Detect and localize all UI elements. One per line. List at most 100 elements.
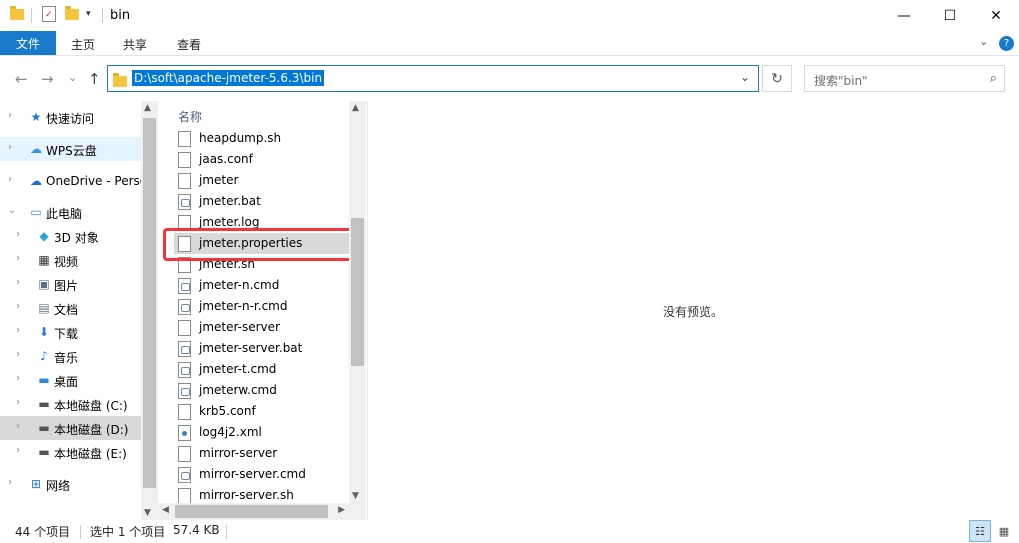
download-icon: ⬇ [38,325,50,339]
scroll-up-icon[interactable]: ▲ [144,103,151,113]
minimize-button[interactable]: — [881,0,927,31]
file-row[interactable]: jaas.conf [174,149,350,170]
file-row[interactable]: jmeter-server [174,317,350,338]
window-title: bin [110,8,131,23]
nav-item-label: 桌面 [54,375,79,389]
refresh-button[interactable]: ↻ [762,65,792,92]
chevron-right-icon[interactable]: › [16,301,20,312]
address-bar[interactable]: D:\soft\apache-jmeter-5.6.3\bin ⌄ [107,65,759,92]
scroll-down-icon[interactable]: ▼ [352,491,359,501]
help-icon[interactable]: ? [999,36,1014,51]
scrollbar-thumb[interactable] [351,218,364,366]
nav-item[interactable]: › ♪ 音乐 [0,344,141,368]
chevron-right-icon[interactable]: › [16,421,20,432]
nav-item[interactable]: › ★ 快速访问 [0,105,141,129]
nav-item[interactable]: › ▬ 桌面 [0,368,141,392]
chevron-down-icon[interactable]: ⌄ [8,205,16,216]
nav-item[interactable]: › ▬ 本地磁盘 (C:) [0,392,141,416]
properties-icon[interactable]: ✓ [42,6,56,22]
close-button[interactable]: ✕ [973,0,1019,31]
network-icon: ⊞ [30,477,42,491]
desktop-icon: ▬ [38,373,50,387]
file-row[interactable]: mirror-server.cmd [174,464,350,485]
tab-home[interactable]: 主页 [71,36,95,53]
search-icon[interactable]: ⌕ [990,71,997,86]
title-bar: ✓ ▾ bin — ☐ ✕ [0,0,1019,31]
nav-item[interactable]: › ▬ 本地磁盘 (E:) [0,440,141,464]
nav-item[interactable]: › ⊞ 网络 [0,472,141,496]
file-name: jaas.conf [199,152,253,166]
drive-icon: ▬ [38,421,50,435]
address-dropdown-icon[interactable]: ⌄ [740,70,750,84]
file-row[interactable]: jmeterw.cmd [174,380,350,401]
nav-item[interactable]: › ⬇ 下载 [0,320,141,344]
maximize-button[interactable]: ☐ [927,0,973,31]
search-input[interactable]: 搜索"bin" [814,72,868,89]
details-view-icon[interactable]: ☷ [969,520,991,542]
tab-share[interactable]: 共享 [123,36,147,53]
nav-item-label: 本地磁盘 (D:) [54,423,129,437]
nav-item[interactable]: › ▤ 文档 [0,296,141,320]
nav-item[interactable]: › ▣ 图片 [0,272,141,296]
address-path[interactable]: D:\soft\apache-jmeter-5.6.3\bin [132,70,325,86]
annotation-highlight-box [163,228,355,261]
nav-item[interactable]: ⌄ ▭ 此电脑 [0,200,141,224]
large-icons-view-icon[interactable]: ▦ [995,522,1013,540]
file-row[interactable]: krb5.conf [174,401,350,422]
file-row[interactable]: jmeter-n.cmd [174,275,350,296]
expand-ribbon-icon[interactable]: ⌄ [979,35,988,48]
file-row[interactable]: jmeter.bat [174,191,350,212]
vertical-scrollbar[interactable]: ▲ ▼ [349,101,366,503]
file-row[interactable]: jmeter-n-r.cmd [174,296,350,317]
forward-arrow-icon[interactable]: → [41,70,54,88]
tab-file[interactable]: 文件 [0,31,56,55]
file-row[interactable]: jmeter-server.bat [174,338,350,359]
cube-icon: ◆ [39,229,49,243]
scrollbar-thumb[interactable] [143,118,156,488]
file-row[interactable]: jmeter [174,170,350,191]
chevron-right-icon[interactable]: › [16,253,20,264]
customize-quick-access-icon[interactable]: ▾ [86,9,91,19]
file-row[interactable]: jmeter-t.cmd [174,359,350,380]
file-row[interactable]: mirror-server [174,443,350,464]
chevron-right-icon[interactable]: › [16,445,20,456]
chevron-right-icon[interactable]: › [16,325,20,336]
nav-item[interactable]: › ▬ 本地磁盘 (D:) [0,416,141,440]
chevron-right-icon[interactable]: › [8,477,12,488]
chevron-right-icon[interactable]: › [8,142,12,153]
nav-item[interactable]: › ◆ 3D 对象 [0,224,141,248]
file-list: ^ 名称 heapdump.sh jaas.conf jmeter jmeter.ba… [158,101,366,520]
tab-view[interactable]: 查看 [177,36,201,53]
file-name: jmeter-server.bat [199,341,303,355]
scrollbar-thumb[interactable] [175,505,328,518]
vertical-scrollbar[interactable]: ▲ ▼ [141,101,158,520]
chevron-right-icon[interactable]: › [8,110,12,121]
chevron-right-icon[interactable]: › [16,397,20,408]
scroll-up-icon[interactable]: ▲ [352,103,359,113]
chevron-right-icon[interactable]: › [16,349,20,360]
file-icon [178,173,191,189]
search-box[interactable]: 搜索"bin" ⌕ [804,65,1005,92]
recent-locations-icon[interactable]: ⌄ [68,71,77,84]
batch-file-icon [178,383,191,399]
nav-item[interactable]: › ▦ 视频 [0,248,141,272]
file-name: jmeter.log [199,215,260,229]
chevron-right-icon[interactable]: › [16,229,20,240]
file-row[interactable]: log4j2.xml [174,422,350,443]
column-name[interactable]: 名称 [178,108,202,125]
chevron-right-icon[interactable]: › [8,174,12,185]
nav-item-label: 此电脑 [46,207,83,221]
up-arrow-icon[interactable]: ↑ [88,70,101,88]
file-name: jmeter.bat [199,194,261,208]
cloud-icon: ☁ [30,142,42,156]
horizontal-scrollbar[interactable]: ◀ ▶ [158,503,349,520]
scroll-left-icon[interactable]: ◀ [162,505,169,515]
scroll-down-icon[interactable]: ▼ [144,508,151,518]
chevron-right-icon[interactable]: › [16,373,20,384]
chevron-right-icon[interactable]: › [16,277,20,288]
scroll-right-icon[interactable]: ▶ [338,505,345,515]
file-row[interactable]: heapdump.sh [174,128,350,149]
back-arrow-icon[interactable]: ← [15,70,28,88]
nav-item[interactable]: › ☁ OneDrive - Personal [0,169,141,193]
nav-item[interactable]: › ☁ WPS云盘 [0,137,141,161]
